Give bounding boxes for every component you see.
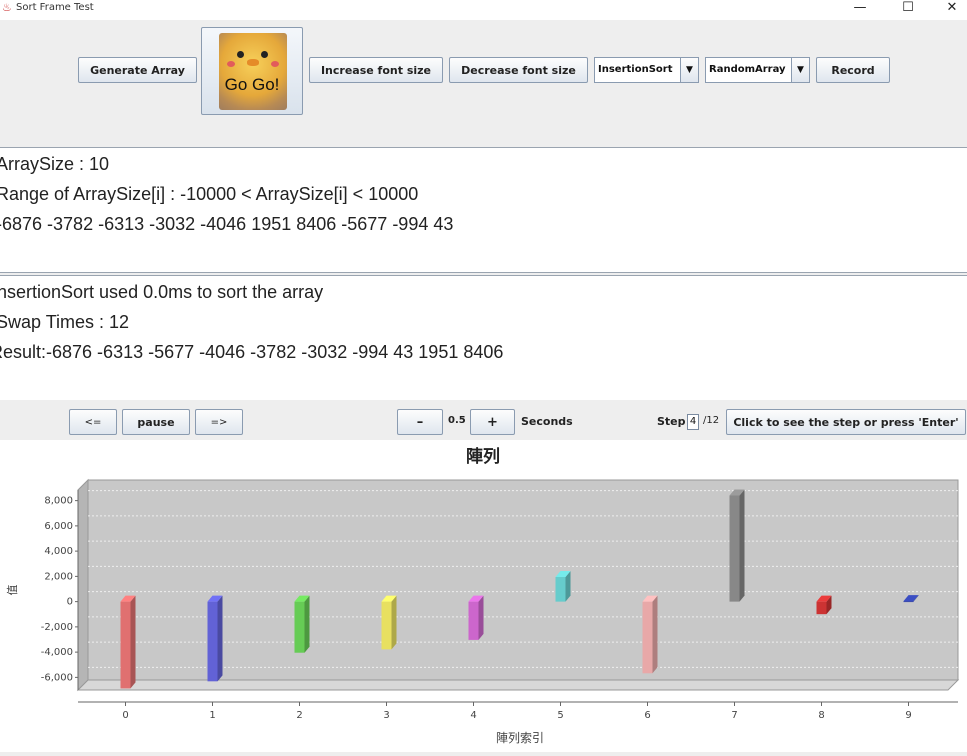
toolbar: Generate Array Go Go! Increase font size…	[0, 20, 967, 147]
bar-front	[120, 601, 131, 689]
x-tick-label: 3	[383, 710, 389, 721]
y-tick-label: 0	[67, 597, 73, 608]
array-type-select[interactable]: RandomArray ▼	[705, 57, 810, 83]
x-tick-label: 2	[296, 710, 302, 721]
x-tick-label: 5	[557, 710, 563, 721]
bar-front	[903, 601, 914, 603]
duck-cheek-right	[271, 61, 279, 67]
bar-side	[652, 595, 658, 674]
sort-result-panel: InsertionSort used 0.0ms to sort the arr…	[0, 275, 967, 401]
y-tick-label: 2,000	[44, 571, 73, 582]
title-bar: ♨ Sort Frame Test — ☐ ✕	[0, 0, 967, 20]
generate-array-button[interactable]: Generate Array	[78, 57, 197, 83]
y-axis-label: 值	[6, 585, 19, 596]
pause-button[interactable]: pause	[122, 409, 190, 435]
sorted-result-text: Result:-6876 -6313 -5677 -4046 -3782 -30…	[0, 342, 504, 362]
prev-step-button[interactable]: <=	[69, 409, 117, 435]
x-tick-label: 0	[122, 710, 128, 721]
chart-title: 陣列	[466, 446, 500, 467]
bar-side	[391, 595, 397, 650]
step-controls: <= pause => – 0.5 + Seconds Step 4 /12 C…	[0, 400, 967, 440]
chevron-down-icon[interactable]: ▼	[680, 58, 698, 82]
array-size-text: ArraySize : 10	[0, 154, 110, 174]
step-label: Step	[657, 415, 686, 428]
y-tick-label: -2,000	[41, 622, 73, 633]
bar-front	[729, 495, 740, 602]
speed-value: 0.5	[448, 415, 466, 426]
x-tick-label: 6	[644, 710, 650, 721]
decrease-font-button[interactable]: Decrease font size	[449, 57, 588, 83]
bar-front	[468, 601, 479, 640]
bar-side	[130, 595, 136, 689]
record-button[interactable]: Record	[816, 57, 890, 83]
x-tick-label: 8	[818, 710, 824, 721]
bar-front	[816, 601, 827, 615]
x-tick-label: 9	[905, 710, 911, 721]
y-tick-label: -4,000	[41, 647, 73, 658]
y-tick-label: 4,000	[44, 546, 73, 557]
chevron-down-icon[interactable]: ▼	[791, 58, 809, 82]
y-tick-label: 6,000	[44, 521, 73, 532]
go-go-button[interactable]: Go Go!	[201, 27, 303, 115]
step-total: /12	[703, 415, 720, 426]
bar-side	[478, 595, 484, 640]
maximize-icon[interactable]: ☐	[893, 0, 923, 15]
array-type-select-value: RandomArray	[709, 64, 786, 75]
y-tick-label: 8,000	[44, 496, 73, 507]
bar-chart-svg: 陣列 陣列索引 值 8,000 6,000 4,000 2,000 0 -2,000 -4,…	[6, 446, 960, 745]
swap-times-text: Swap Times : 12	[0, 312, 130, 332]
bar-front	[555, 576, 566, 602]
bar-side	[217, 595, 223, 682]
go-go-label: Go Go!	[224, 75, 280, 94]
bar-side	[739, 489, 745, 602]
duck-cheek-left	[227, 61, 235, 67]
close-icon[interactable]: ✕	[937, 0, 967, 15]
seconds-label: Seconds	[521, 415, 573, 428]
algorithm-select[interactable]: InsertionSort ▼	[594, 57, 699, 83]
increase-font-button[interactable]: Increase font size	[309, 57, 443, 83]
bar-front	[294, 601, 305, 653]
duck-eye-left	[237, 51, 244, 58]
next-step-button[interactable]: =>	[195, 409, 243, 435]
x-tick-label: 7	[731, 710, 737, 721]
duck-image	[219, 33, 287, 110]
speed-decrease-button[interactable]: –	[397, 409, 443, 435]
speed-increase-button[interactable]: +	[470, 409, 515, 435]
bar-front	[642, 601, 653, 674]
duck-beak	[247, 59, 259, 66]
bar-front	[207, 601, 218, 682]
array-values-text: -6876 -3782 -6313 -3032 -4046 1951 8406 …	[0, 214, 454, 234]
x-tick-label: 4	[470, 710, 476, 721]
array-info-panel: ArraySize : 10 Range of ArraySize[i] : -…	[0, 147, 967, 273]
show-step-button[interactable]: Click to see the step or press 'Enter'	[726, 409, 966, 435]
x-axis-label: 陣列索引	[496, 731, 544, 745]
algorithm-select-value: InsertionSort	[598, 64, 673, 75]
minimize-icon[interactable]: —	[845, 0, 875, 15]
array-chart: 陣列 陣列索引 值 8,000 6,000 4,000 2,000 0 -2,000 -4,…	[0, 440, 967, 752]
plot-floor	[76, 679, 960, 691]
plot-area: 8,000 6,000 4,000 2,000 0 -2,000 -4,000 -6,000 0…	[41, 478, 960, 721]
bar-front	[381, 601, 392, 650]
sort-time-text: InsertionSort used 0.0ms to sort the arr…	[0, 282, 324, 302]
window-title: Sort Frame Test	[16, 2, 94, 13]
array-range-text: Range of ArraySize[i] : -10000 < ArraySi…	[0, 184, 419, 204]
duck-eye-right	[261, 51, 268, 58]
bar-side	[304, 595, 310, 653]
java-cup-icon: ♨	[2, 1, 12, 14]
x-tick-label: 1	[209, 710, 215, 721]
y-tick-label: -6,000	[41, 672, 73, 683]
plot-side-wall	[77, 478, 89, 692]
step-input[interactable]: 4	[687, 414, 699, 430]
